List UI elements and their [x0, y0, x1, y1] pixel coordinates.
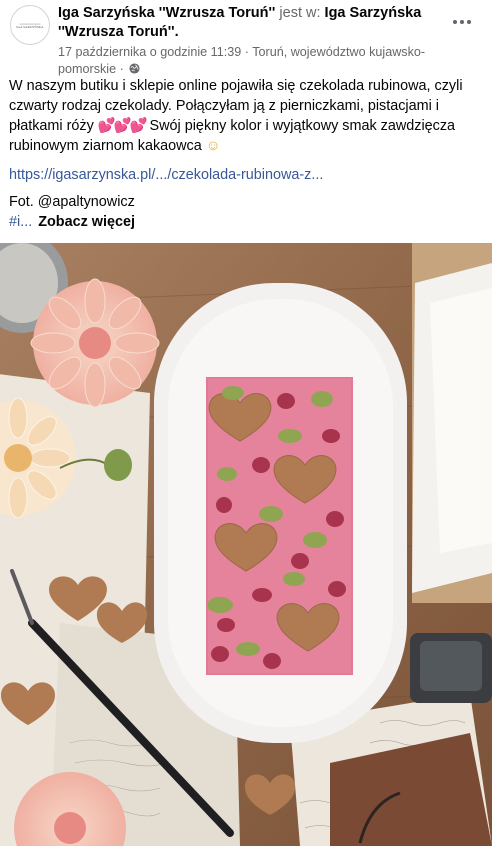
- globe-icon[interactable]: [129, 63, 140, 74]
- meta-separator: ·: [244, 45, 249, 59]
- more-options-icon[interactable]: [450, 12, 474, 32]
- photo-ruby-chocolate-bar: [0, 243, 492, 846]
- photo-credit: Fot. @apaltynowicz: [9, 194, 135, 210]
- post-photo[interactable]: [0, 243, 492, 846]
- meta-separator-2: ·: [119, 62, 124, 76]
- hashtag-link[interactable]: #i...: [9, 214, 32, 230]
- facebook-post: IGA SARZYŃSKA Iga Sarzyńska ''Wzrusza To…: [0, 0, 492, 846]
- hearts-emoji: 💕💕💕: [97, 118, 148, 134]
- envelope-2: [430, 288, 492, 553]
- more-dot: [460, 20, 464, 24]
- hashtag-line: #i... Zobacz więcej: [9, 212, 135, 232]
- post-title-line: Iga Sarzyńska ''Wzrusza Toruń'' jest w: …: [58, 4, 438, 42]
- more-dot: [453, 20, 457, 24]
- smile-emoji: ☺: [205, 138, 221, 154]
- connector-text: jest w:: [279, 5, 321, 21]
- post-text: W naszym butiku i sklepie online pojawił…: [9, 76, 479, 156]
- avatar[interactable]: IGA SARZYŃSKA: [10, 5, 50, 45]
- more-dot: [467, 20, 471, 24]
- author-name[interactable]: Iga Sarzyńska ''Wzrusza Toruń'': [58, 5, 275, 21]
- post-meta: 17 października o godzinie 11:39 · Toruń…: [58, 44, 448, 78]
- post-timestamp[interactable]: 17 października o godzinie 11:39: [58, 45, 241, 59]
- ink-bottle-top: [420, 641, 482, 691]
- post-header: IGA SARZYŃSKA Iga Sarzyńska ''Wzrusza To…: [0, 0, 492, 76]
- avatar-logo-text: IGA SARZYŃSKA: [16, 24, 44, 29]
- see-more-button[interactable]: Zobacz więcej: [38, 214, 135, 230]
- blog-link[interactable]: https://igasarzynska.pl/.../czekolada-ru…: [9, 165, 323, 185]
